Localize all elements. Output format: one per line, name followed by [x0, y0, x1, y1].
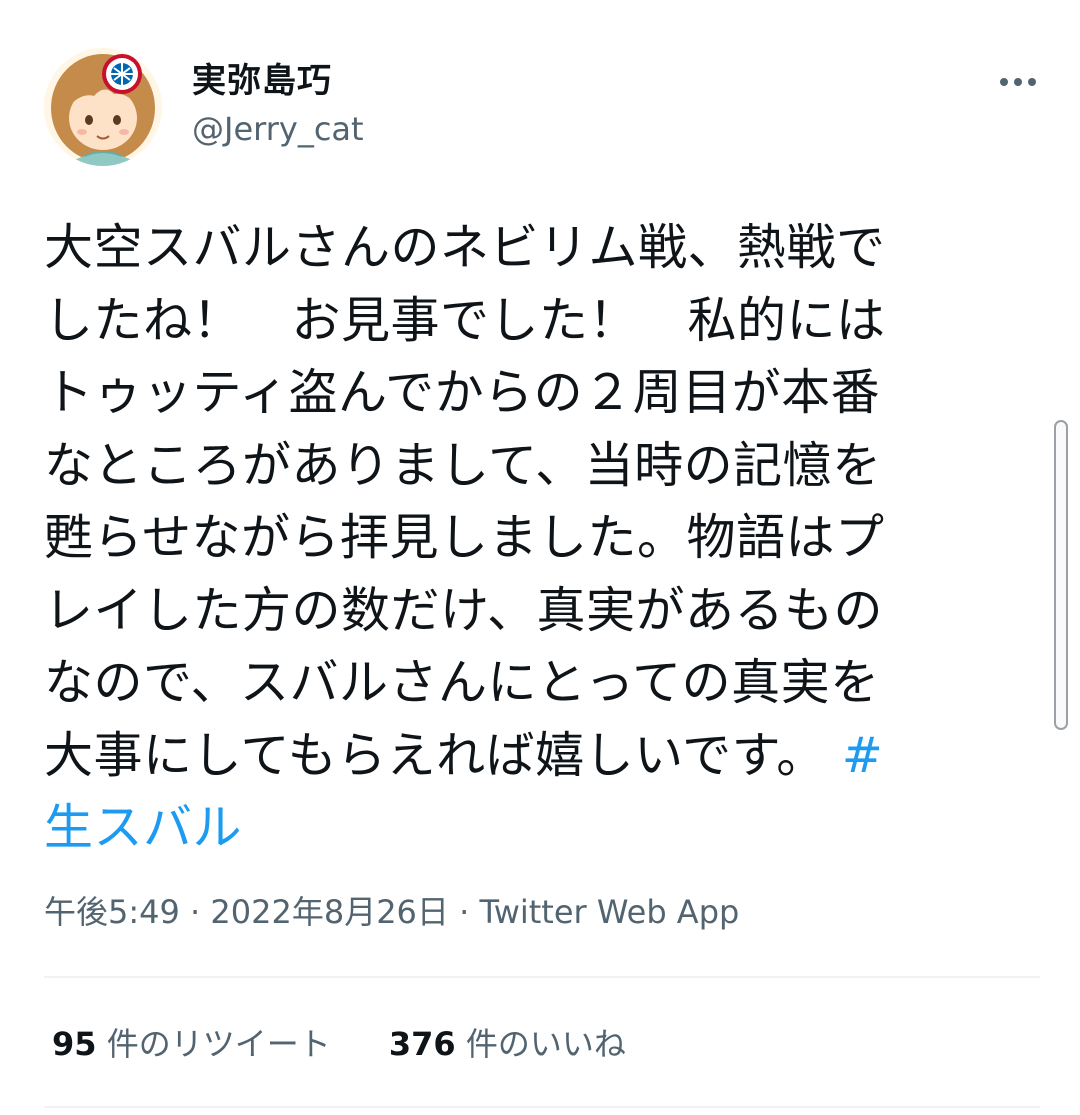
tweet-text-line: 甦らせながら拝見しました。物語はプ	[44, 509, 885, 566]
meta-separator: ·	[459, 893, 470, 931]
likes-stat[interactable]: 376 件のいいね	[389, 1025, 626, 1063]
user-handle[interactable]: @Jerry_cat	[192, 106, 364, 152]
meta-separator: ·	[190, 893, 201, 931]
tweet-date[interactable]: 2022年8月26日	[210, 893, 449, 931]
likes-count: 376	[388, 1025, 456, 1063]
hashtag-link-start[interactable]: #	[842, 727, 884, 784]
likes-label: 件のいいね	[465, 1025, 626, 1063]
more-horizontal-icon	[1000, 78, 1036, 86]
divider	[44, 1106, 1040, 1108]
tweet-text-line: トゥッティ盗んでからの２周目が本番	[44, 364, 881, 421]
tweet-text-line: したね！ お見事でした！ 私的には	[44, 291, 886, 349]
user-names: 実弥島巧 @Jerry_cat	[192, 58, 364, 152]
retweets-label: 件のリツイート	[106, 1025, 331, 1063]
fc-bayern-badge-icon	[102, 54, 142, 94]
more-button[interactable]	[990, 62, 1046, 102]
tweet-text: 大空スバルさんのネビリム戦、熱戦で したね！ お見事でした！ 私的には トゥッテ…	[44, 212, 1044, 865]
tweet-stats: 95 件のリツイート 376 件のいいね	[52, 1020, 674, 1068]
avatar[interactable]	[44, 48, 162, 166]
tweet-text-line: なところがありまして、当時の記憶を	[44, 436, 882, 494]
scrollbar[interactable]	[1054, 420, 1068, 730]
tweet-detail: 実弥島巧 @Jerry_cat 大空スバルさんのネビリム戦、熱戦で したね！ お…	[0, 0, 1080, 1115]
tweet-meta: 午後5:49 · 2022年8月26日 · Twitter Web App	[44, 888, 739, 936]
tweet-text-line-last: 大事にしてもらえれば嬉しいです。 #	[44, 720, 1044, 793]
retweets-count: 95	[52, 1025, 97, 1063]
tweet-text-line: レイした方の数だけ、真実があるもの	[44, 581, 884, 639]
tweet-text-tail: 大事にしてもらえれば嬉しいです。	[44, 726, 826, 784]
hashtag-link[interactable]: 生スバル	[44, 799, 242, 856]
tweet-text-line: なので、スバルさんにとっての真実を	[44, 654, 880, 711]
tweet-time[interactable]: 午後5:49	[44, 893, 180, 931]
divider	[44, 976, 1040, 978]
avatar-illustration	[44, 48, 162, 166]
retweets-stat[interactable]: 95 件のリツイート	[52, 1025, 331, 1063]
tweet-text-line: 大空スバルさんのネビリム戦、熱戦で	[44, 219, 886, 276]
display-name[interactable]: 実弥島巧	[192, 58, 364, 104]
tweet-source[interactable]: Twitter Web App	[479, 893, 739, 931]
tweet-text-line-hashtag: 生スバル	[44, 792, 1044, 865]
